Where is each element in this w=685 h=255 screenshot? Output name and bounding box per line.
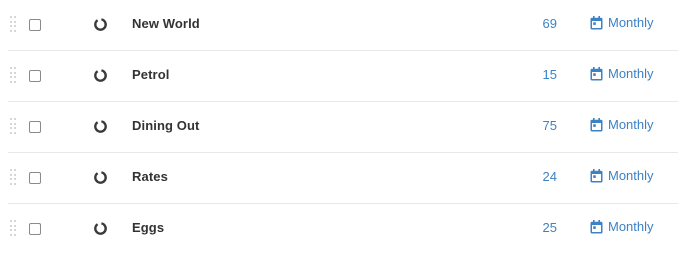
progress-ring-icon (94, 120, 107, 133)
drag-handle-icon[interactable] (10, 67, 18, 86)
frequency-label: Monthly (608, 219, 654, 234)
item-amount[interactable]: 25 (543, 220, 557, 235)
list-item[interactable]: Dining Out 75 Monthly (0, 102, 685, 153)
progress-ring-icon (94, 18, 107, 31)
row-checkbox[interactable] (29, 70, 41, 82)
frequency-selector[interactable]: Monthly (590, 219, 654, 234)
calendar-icon (590, 168, 603, 182)
progress-ring-icon (94, 69, 107, 82)
frequency-label: Monthly (608, 168, 654, 183)
calendar-icon (590, 66, 603, 80)
item-amount[interactable]: 15 (543, 67, 557, 82)
progress-ring-icon (94, 222, 107, 235)
calendar-icon (590, 117, 603, 131)
row-checkbox[interactable] (29, 121, 41, 133)
item-name[interactable]: Dining Out (132, 118, 199, 133)
frequency-selector[interactable]: Monthly (590, 15, 654, 30)
frequency-selector[interactable]: Monthly (590, 66, 654, 81)
row-checkbox[interactable] (29, 19, 41, 31)
item-amount[interactable]: 24 (543, 169, 557, 184)
row-checkbox[interactable] (29, 172, 41, 184)
frequency-label: Monthly (608, 15, 654, 30)
frequency-selector[interactable]: Monthly (590, 117, 654, 132)
item-name[interactable]: Eggs (132, 220, 164, 235)
drag-handle-icon[interactable] (10, 16, 18, 35)
item-name[interactable]: Rates (132, 169, 168, 184)
drag-handle-icon[interactable] (10, 169, 18, 188)
drag-handle-icon[interactable] (10, 220, 18, 239)
frequency-label: Monthly (608, 117, 654, 132)
budget-item-list: New World 69 Monthly Petrol 15 Monthly D… (0, 0, 685, 255)
item-amount[interactable]: 75 (543, 118, 557, 133)
frequency-label: Monthly (608, 66, 654, 81)
item-name[interactable]: Petrol (132, 67, 169, 82)
calendar-icon (590, 219, 603, 233)
list-item[interactable]: New World 69 Monthly (0, 0, 685, 51)
item-amount[interactable]: 69 (543, 16, 557, 31)
list-item[interactable]: Rates 24 Monthly (0, 153, 685, 204)
drag-handle-icon[interactable] (10, 118, 18, 137)
row-checkbox[interactable] (29, 223, 41, 235)
frequency-selector[interactable]: Monthly (590, 168, 654, 183)
list-item[interactable]: Eggs 25 Monthly (0, 204, 685, 255)
item-name[interactable]: New World (132, 16, 200, 31)
calendar-icon (590, 15, 603, 29)
progress-ring-icon (94, 171, 107, 184)
list-item[interactable]: Petrol 15 Monthly (0, 51, 685, 102)
